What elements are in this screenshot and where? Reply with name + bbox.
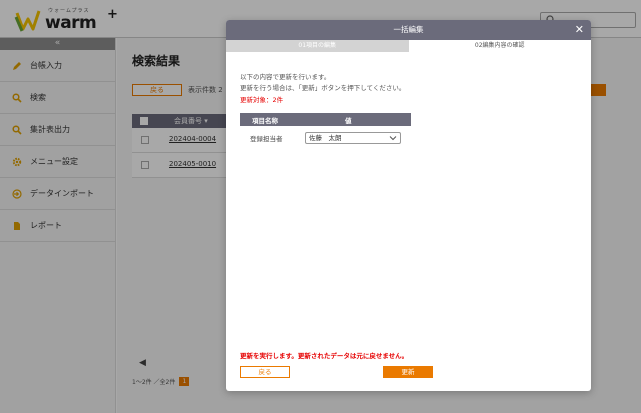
chevron-down-icon [389, 135, 397, 140]
column-header-value: 値 [305, 113, 411, 126]
table-row: 登録担当者 佐藤 太朗 [240, 126, 411, 149]
staff-select[interactable]: 佐藤 太朗 [305, 131, 401, 144]
staff-select-value: 佐藤 太朗 [309, 133, 342, 142]
dialog-title: 一括編集 [393, 25, 424, 34]
item-name-cell: 登録担当者 [250, 134, 283, 143]
update-button[interactable]: 更新 [383, 366, 433, 378]
value-cell: 佐藤 太朗 [305, 126, 411, 149]
dialog-header: 一括編集 ✕ [226, 20, 591, 40]
description-line: 以下の内容で更新を行います。 [240, 73, 331, 81]
edit-items-table: 項目名称 値 登録担当者 佐藤 太朗 [240, 113, 411, 149]
step-confirm: 02編集内容の確認 [408, 40, 591, 52]
dialog-body: 以下の内容で更新を行います。 更新を行う場合は、「更新」ボタンを押下してください… [240, 72, 580, 149]
step-indicator: 01項目の編集 02編集内容の確認 [226, 40, 591, 52]
update-target-count: 更新対象：2件 [240, 96, 284, 104]
irreversible-warning: 更新を実行します。更新されたデータは元に戻せません。 [240, 352, 409, 360]
description-line: 更新を行う場合は、「更新」ボタンを押下してください。 [240, 84, 406, 92]
dialog-back-button[interactable]: 戻る [240, 366, 290, 378]
step-edit-items: 01項目の編集 [226, 40, 409, 52]
bulk-edit-dialog: 一括編集 ✕ 01項目の編集 02編集内容の確認 以下の内容で更新を行います。 … [226, 20, 591, 391]
close-icon[interactable]: ✕ [575, 20, 584, 40]
column-header-item-name: 項目名称 [240, 113, 305, 126]
